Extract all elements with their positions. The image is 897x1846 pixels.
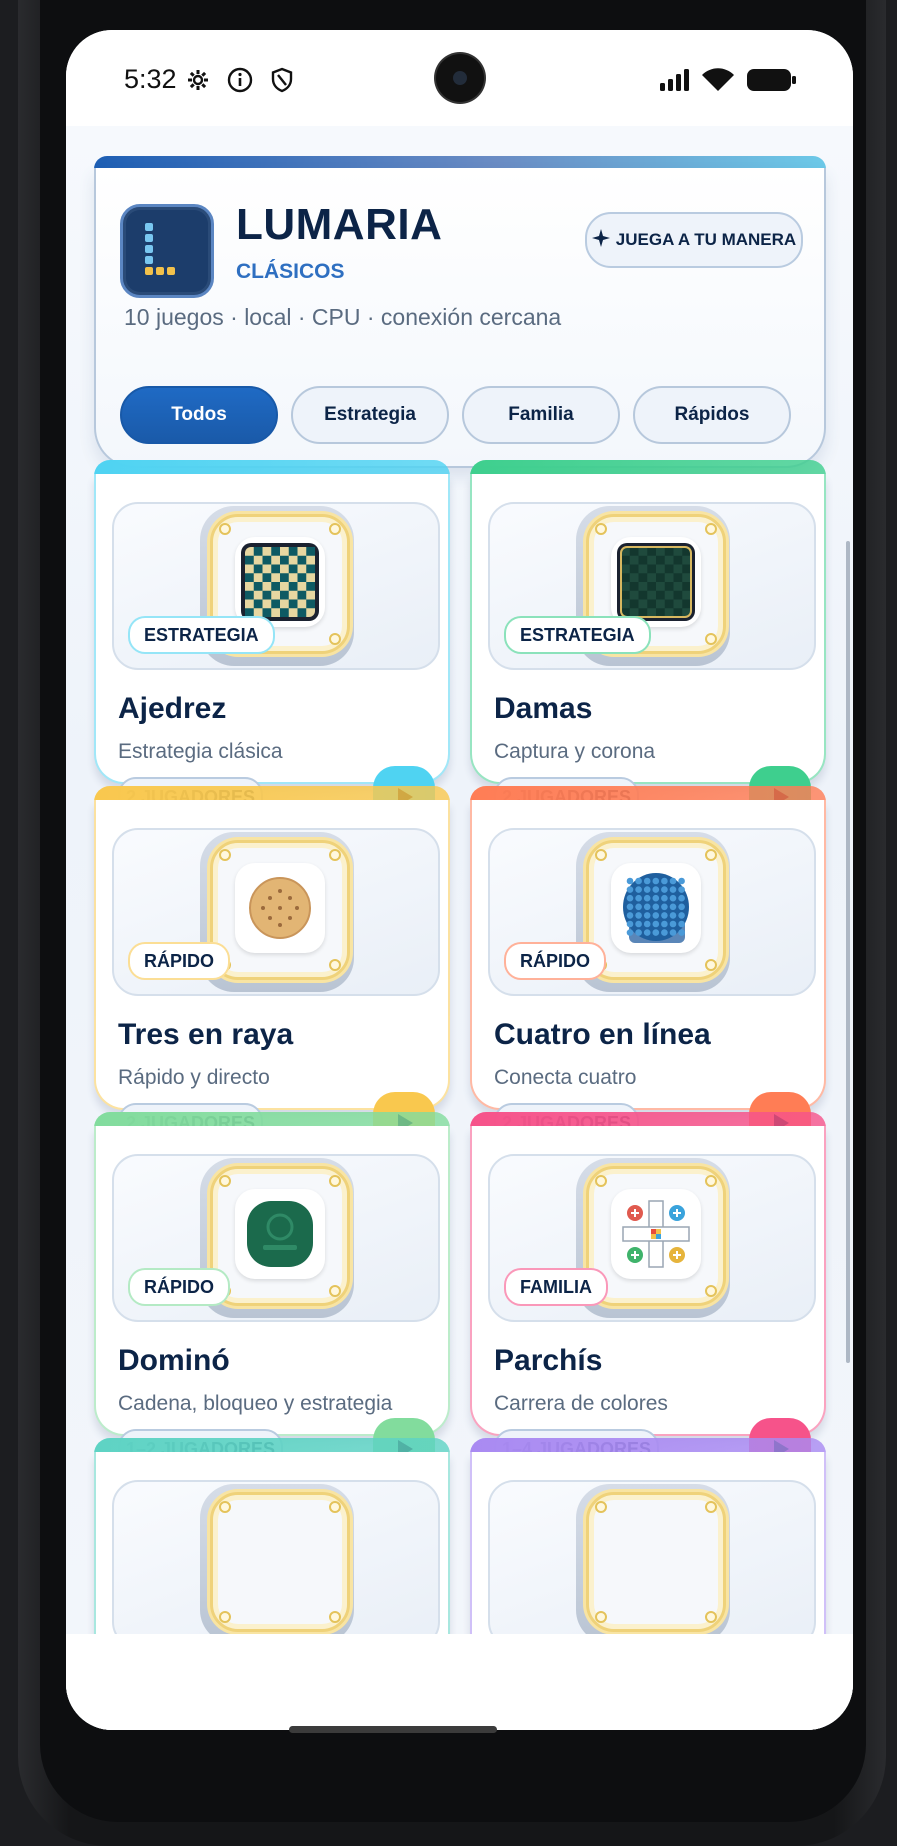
status-time: 5:32: [124, 64, 177, 94]
game-title: Tres en raya: [118, 1018, 294, 1051]
header-body: LUMARIA CLÁSICOS JUEGA A TU MANERA 10 ju…: [94, 168, 826, 468]
thumbnail-frame: [200, 1484, 354, 1644]
shield-icon: [268, 66, 296, 94]
sparkle-icon: [591, 228, 610, 252]
game-description: Captura y corona: [494, 740, 656, 763]
game-description: Estrategia clásica: [118, 740, 283, 763]
category-badge: RÁPIDO: [128, 1268, 231, 1306]
game-card[interactable]: RÁPIDO Dominó Cadena, bloqueo y estrategia…: [94, 1112, 450, 1480]
game-title: Parchís: [494, 1344, 603, 1377]
status-bar: 5:32: [66, 30, 853, 126]
checkers-board-icon: [611, 537, 701, 627]
screen: 5:32 LUMARIA CLÁSICOS JUEGA A TU MANERA …: [66, 30, 853, 1730]
card-body: ESTRATEGIAAjedrezEstrategia clásica2 JUG…: [94, 474, 450, 828]
play-your-way-button[interactable]: JUEGA A TU MANERA: [585, 212, 803, 268]
scrollbar[interactable]: [846, 541, 850, 1363]
category-badge: RÁPIDO: [128, 942, 231, 980]
home-indicator[interactable]: [289, 1726, 497, 1733]
game-description: Carrera de colores: [494, 1392, 668, 1415]
main-content[interactable]: LUMARIA CLÁSICOS JUEGA A TU MANERA 10 ju…: [66, 126, 853, 1730]
filter-rapidos[interactable]: Rápidos: [633, 386, 791, 444]
card-thumbnail: RÁPIDO: [488, 828, 816, 996]
gear-icon: [184, 66, 212, 94]
navigation-bar: [66, 1634, 853, 1730]
card-body: RÁPIDOTres en rayaRápido y directo2 JUGA…: [94, 800, 450, 1154]
card-thumbnail: FAMILIA: [488, 1154, 816, 1322]
thumbnail-inner: [210, 840, 350, 980]
game-card[interactable]: ESTRATEGIADamasCaptura y corona2 JUGADOR…: [470, 460, 826, 828]
category-badge: ESTRATEGIA: [128, 616, 275, 654]
game-title: Damas: [494, 692, 593, 725]
wifi-icon: [700, 66, 736, 94]
thumbnail-inner: [586, 840, 726, 980]
card-thumbnail: RÁPIDO: [112, 1154, 440, 1322]
category-badge: FAMILIA: [504, 1268, 608, 1306]
game-title: Cuatro en línea: [494, 1018, 711, 1051]
card-thumbnail: ESTRATEGIA: [112, 502, 440, 670]
card-thumbnail: [112, 1480, 440, 1648]
front-camera: [436, 54, 484, 102]
thumbnail-frame: [576, 1484, 730, 1644]
signal-icon: [658, 66, 694, 94]
tagline: 10 juegos · local · CPU · conexión cerca…: [124, 304, 562, 330]
card-body: ESTRATEGIADamasCaptura y corona2 JUGADOR…: [470, 474, 826, 828]
brand-subtitle: CLÁSICOS: [236, 260, 345, 283]
category-badge: RÁPIDO: [504, 942, 607, 980]
filter-todos[interactable]: Todos: [120, 386, 278, 444]
chess-board-icon: [235, 537, 325, 627]
parchis-board-icon: [611, 1189, 701, 1279]
game-description: Cadena, bloqueo y estrategia: [118, 1392, 393, 1415]
tic-tac-toe-icon: [235, 863, 325, 953]
app-logo: [120, 204, 214, 298]
game-title: Dominó: [118, 1344, 230, 1377]
thumbnail-inner: [210, 1492, 350, 1632]
game-description: Rápido y directo: [118, 1066, 270, 1089]
thumbnail-inner: [210, 1166, 350, 1306]
brand-title: LUMARIA: [236, 200, 443, 249]
game-description: Conecta cuatro: [494, 1066, 637, 1089]
info-icon: [226, 66, 254, 94]
card-body: RÁPIDOCuatro en líneaConecta cuatro2 JUG…: [470, 800, 826, 1154]
filter-estrategia[interactable]: Estrategia: [291, 386, 449, 444]
card-thumbnail: ESTRATEGIA: [488, 502, 816, 670]
filter-familia[interactable]: Familia: [462, 386, 620, 444]
filter-chips: Todos Estrategia Familia Rápidos: [120, 386, 791, 444]
connect-four-icon: [611, 863, 701, 953]
domino-icon: [235, 1189, 325, 1279]
thumbnail-inner: [586, 1492, 726, 1632]
card-thumbnail: RÁPIDO: [112, 828, 440, 996]
game-card[interactable]: FAMILIAParchísCarrera de colores1–4 JUGA…: [470, 1112, 826, 1480]
game-card[interactable]: ESTRATEGIAAjedrezEstrategia clásica2 JUG…: [94, 460, 450, 828]
card-body: RÁPIDO Dominó Cadena, bloqueo y estrategia…: [94, 1126, 450, 1480]
card-thumbnail: [488, 1480, 816, 1648]
game-card[interactable]: RÁPIDOTres en rayaRápido y directo2 JUGA…: [94, 786, 450, 1154]
play-your-way-label: JUEGA A TU MANERA: [615, 230, 797, 249]
card-body: FAMILIAParchísCarrera de colores1–4 JUGA…: [470, 1126, 826, 1480]
game-title: Ajedrez: [118, 692, 227, 725]
battery-icon: [746, 66, 798, 94]
header-card: LUMARIA CLÁSICOS JUEGA A TU MANERA 10 ju…: [94, 156, 826, 468]
category-badge: ESTRATEGIA: [504, 616, 651, 654]
game-card[interactable]: RÁPIDOCuatro en líneaConecta cuatro2 JUG…: [470, 786, 826, 1154]
